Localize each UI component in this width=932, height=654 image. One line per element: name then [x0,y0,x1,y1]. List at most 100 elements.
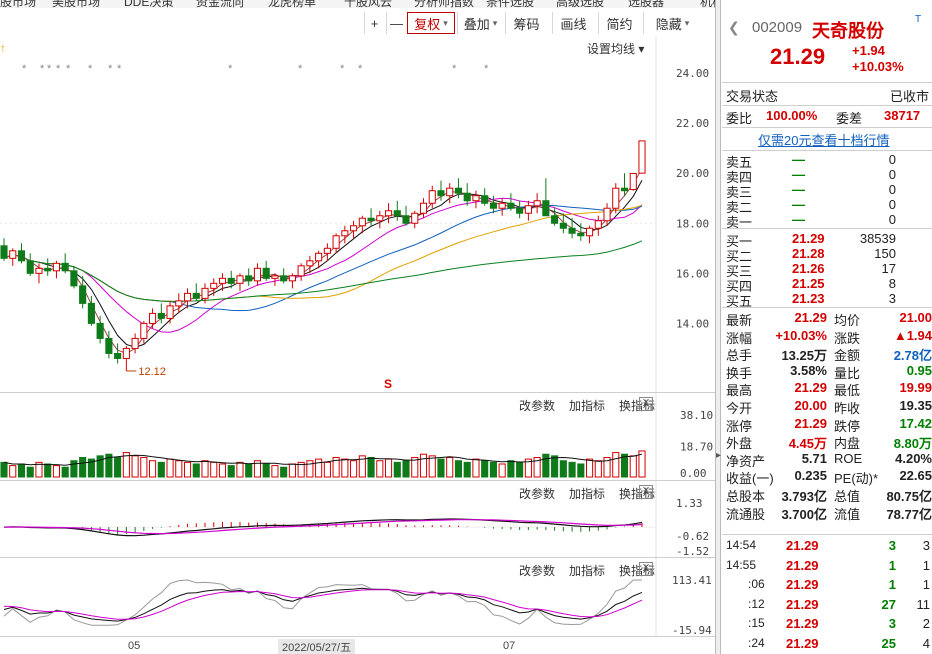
candle-body [568,227,576,234]
bid-row[interactable]: 买二 21.28 150 [722,246,932,264]
tick-price: 21.29 [786,557,819,573]
candle-body [350,225,358,232]
divider-line [722,150,932,151]
top-menu-item[interactable]: 条件选股 [486,0,534,8]
stat-label: 内盘 [834,436,861,452]
candle-body [402,215,410,224]
candle-body [122,347,130,359]
simple-mode-button[interactable]: 简约 [598,12,640,34]
stat-value: 8.80万 [893,436,932,452]
top-menu-item[interactable]: 股市场 [0,0,36,8]
stat-row: 涨幅 +10.03% 涨跌 ▲1.94 [722,328,932,346]
date-label: 05 [128,640,141,652]
stat-row: 最高 21.29 最低 19.99 [722,380,932,398]
trade-status-row: 交易状态 已收市 [722,86,932,104]
top-menu-item[interactable]: 龙虎榜单 [268,0,316,8]
chips-button[interactable]: 筹码 [505,12,547,34]
zoom-out-button[interactable]: — [386,12,406,34]
candle-body [629,172,637,190]
collapse-arrow-icon[interactable]: ▸ [716,450,721,461]
stat-value: 2.78亿 [893,348,932,364]
stat-label: 今开 [726,401,753,416]
event-marker-icon: * [22,63,27,75]
candle-body [35,267,43,274]
candle-body [201,287,209,299]
stat-label: PE(动)* [834,471,879,487]
volume-bar [446,456,454,478]
volume-bar [262,463,270,478]
fuquan-label: 复权 [414,16,441,32]
candle-body [175,300,183,307]
top-menu-item[interactable]: 分析师指数 [414,0,474,8]
kline-chart[interactable]: 24.0022.0020.0018.0016.0014.0012.12S↑* * *… [0,36,715,392]
divider-line [722,105,932,106]
top-menu-item[interactable]: 选股器 [628,0,664,8]
zoom-in-button[interactable]: + [364,12,384,34]
bid-row[interactable]: 买一 21.29 38539 [722,231,932,249]
k-line [3,587,643,622]
candle-body [411,212,419,224]
status-value: 已收市 [890,89,930,104]
tick-row: :15 21.29 3 2 [722,616,932,634]
top-menu-item[interactable]: 美股市场 [52,0,100,8]
draw-line-button[interactable]: 画线 [552,12,594,34]
level-volume: 150 [874,246,896,261]
stat-value: 0.95 [906,362,932,378]
level-volume: 0 [888,212,896,227]
event-marker-icon: * [56,63,61,75]
top-menu-item[interactable]: 十股风云 [344,0,392,8]
level-price: — [792,197,805,212]
ask-row[interactable]: 卖三 —0 [722,182,932,200]
volume-bar [140,456,148,478]
volume-bar [463,461,471,478]
tick-row: :12 21.29 27 11 [722,597,932,615]
stat-label: 最新 [726,313,753,328]
candle-body [638,140,646,174]
stat-label: 量比 [834,365,861,381]
hide-dropdown[interactable]: 隐藏 ▾ [643,12,701,34]
top-menu-item[interactable]: 机构增仓 [700,0,715,8]
up-arrow-icon: ↑ [0,41,6,55]
chevron-down-icon: ▾ [492,17,498,28]
candle-body [507,202,515,209]
stat-value: 78.77亿 [886,506,932,522]
ask-row[interactable]: 卖二 —0 [722,197,932,215]
candle-body [315,252,323,262]
volume-bar [131,455,139,478]
tick-price: 21.29 [786,635,819,651]
tick-volume: 3 [888,538,896,553]
ask-row[interactable]: 卖五 —0 [722,152,932,170]
volume-bar [61,466,69,478]
y-tick-label: 18.70 [680,441,713,454]
panel-divider[interactable]: ▸ [715,0,721,654]
volume-bar [9,465,17,478]
d-line [3,589,643,620]
price-change: +1.94 [852,43,885,58]
y-tick-label: 20.00 [676,167,709,180]
stat-label: 涨停 [726,418,753,434]
fuquan-dropdown[interactable]: 复权 ▾ [407,12,455,34]
back-arrow-icon[interactable]: ❮ [728,19,740,36]
stat-row: 总股本 3.793亿 总值 80.75亿 [722,486,932,504]
candle-body [183,292,192,302]
volume-bar [175,460,183,478]
top-menu: 股市场 美股市场 DDE决策 资金流向 龙虎榜单 十股风云 分析师指数 条件选股 高级选股 选股器… [0,0,715,8]
level2-promo-link[interactable]: 仅需20元查看十档行情 [758,130,889,149]
ask-row[interactable]: 卖四 —0 [722,167,932,185]
bid-row[interactable]: 买三 21.26 17 [722,261,932,279]
divider-line [722,127,932,128]
weibi-value: 100.00% [766,108,818,123]
top-menu-item[interactable]: 资金流向 [196,0,244,8]
candle-body [70,270,78,287]
event-marker-icon: * [47,63,52,75]
candle-body [551,215,559,224]
weibi-label: 委比 [726,111,753,126]
overlay-dropdown[interactable]: 叠加 ▾ [457,12,503,34]
bid-row[interactable]: 买五 21.23 3 [722,291,932,309]
ask-row[interactable]: 卖一 —0 [722,212,932,230]
bid-row[interactable]: 买四 21.25 8 [722,276,932,294]
top-menu-item[interactable]: 高级选股 [556,0,604,8]
top-menu-item[interactable]: DDE决策 [124,0,173,8]
tick-row: 14:54 21.29 3 3 [722,538,932,556]
stat-row: 收益(一) 0.235 PE(动)* 22.65 [722,468,932,486]
